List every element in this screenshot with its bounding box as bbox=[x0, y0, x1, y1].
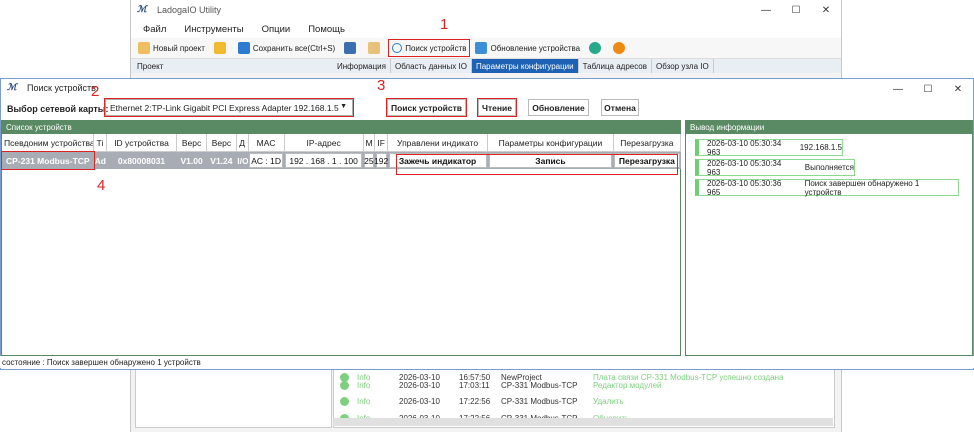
col-reboot[interactable]: Перезагрузка bbox=[613, 134, 682, 152]
menu-help[interactable]: Помощь bbox=[308, 24, 345, 35]
update-device-button[interactable]: Обновление устройства bbox=[472, 40, 583, 56]
table-header-row: Псевдоним устройства Ті ID устройства Ве… bbox=[2, 134, 682, 152]
output-log-item: 2026-03-10 05:30:36 965 Поиск завершен об… bbox=[695, 179, 959, 197]
device-id-cell: 0x80008031 bbox=[106, 151, 177, 169]
network-card-select[interactable]: Ethernet 2:TP-Link Gigabit PCI Express A… bbox=[104, 98, 354, 117]
cancel-button[interactable]: Отмена bbox=[601, 99, 639, 116]
chevron-down-icon: ▼ bbox=[340, 103, 347, 110]
device-type-cell: Adaptor bbox=[93, 151, 107, 169]
if-field[interactable]: 192 bbox=[375, 153, 388, 168]
module-icon bbox=[368, 42, 381, 54]
device-ver2-cell: V1.24 bbox=[206, 151, 237, 169]
menubar: Файл Инструменты Опции Помощь bbox=[131, 20, 841, 38]
search-devices-button[interactable]: Поиск устройств bbox=[388, 39, 471, 57]
tab-io-data[interactable]: Область данных IO bbox=[391, 59, 472, 73]
grid-button[interactable] bbox=[341, 40, 362, 56]
col-m[interactable]: М bbox=[363, 134, 376, 152]
save-all-button[interactable]: Сохранить все(Ctrl+S) bbox=[235, 40, 338, 56]
maximize-button[interactable]: ☐ bbox=[781, 0, 811, 20]
folder-icon bbox=[213, 42, 226, 54]
dialog-maximize-button[interactable]: ☐ bbox=[913, 79, 943, 99]
save-icon bbox=[237, 42, 250, 54]
status-text: состояние : Поиск завершен обнаружено 1 … bbox=[2, 357, 201, 367]
dialog-titlebar: ℳ Поиск устройств — ☐ ✕ bbox=[1, 79, 973, 97]
dialog-close-button[interactable]: ✕ bbox=[943, 79, 973, 99]
annotation-4: 4 bbox=[97, 177, 106, 194]
device-list-title: Список устройств bbox=[2, 121, 680, 134]
close-button[interactable]: ✕ bbox=[811, 0, 841, 20]
output-log-item: 2026-03-10 05:30:34 963 192.168.1.5 bbox=[695, 139, 843, 157]
update-button[interactable]: Обновление bbox=[528, 99, 589, 116]
device-alias-cell[interactable]: CP-231 Modbus-TCP bbox=[1, 150, 95, 170]
warning-icon bbox=[613, 42, 626, 54]
mac-field[interactable]: AC : 1D bbox=[249, 153, 284, 168]
ip-address-field[interactable]: 192 . 168 . 1 . 100 bbox=[285, 153, 363, 168]
new-project-icon bbox=[138, 42, 150, 54]
output-title: Вывод информации bbox=[686, 121, 972, 134]
status-button[interactable] bbox=[586, 40, 607, 56]
output-log-item: 2026-03-10 05:30:34 963 Выполняется bbox=[695, 159, 855, 177]
tab-io-node-overview[interactable]: Обзор узла IO bbox=[652, 59, 714, 73]
col-d[interactable]: Д bbox=[236, 134, 249, 152]
main-titlebar: ℳ LadogaIO Utility — ☐ ✕ bbox=[131, 0, 841, 20]
main-toolbar: Новый проект Сохранить все(Ctrl+S) Поиск… bbox=[131, 38, 841, 59]
dialog-minimize-button[interactable]: — bbox=[883, 79, 913, 99]
menu-file[interactable]: Файл bbox=[143, 24, 166, 35]
col-if[interactable]: IF bbox=[374, 134, 388, 152]
network-card-label: Выбор сетевой карты: bbox=[7, 104, 109, 114]
status-bar: состояние : Поиск завершен обнаружено 1 … bbox=[0, 356, 974, 368]
app-logo-icon: ℳ bbox=[137, 4, 147, 14]
annotation-2: 2 bbox=[91, 83, 100, 100]
tab-info[interactable]: Информация bbox=[333, 59, 391, 73]
tab-config-params[interactable]: Параметры конфигурации bbox=[471, 59, 579, 73]
read-button[interactable]: Чтение bbox=[477, 98, 517, 117]
info-dot-icon bbox=[340, 381, 349, 390]
col-version-1[interactable]: Верс bbox=[176, 134, 207, 152]
col-config[interactable]: Параметры конфигурации bbox=[487, 134, 614, 152]
col-mac[interactable]: MAC bbox=[248, 134, 285, 152]
log-row: Info 2026-03-10 17:03:11 CP-331 Modbus-T… bbox=[340, 378, 662, 393]
grid-icon bbox=[344, 42, 357, 54]
search-button[interactable]: Поиск устройств bbox=[386, 98, 467, 117]
annotation-1: 1 bbox=[440, 16, 449, 33]
mask-field[interactable]: 25 bbox=[364, 153, 374, 168]
main-window-title: LadogaIO Utility bbox=[157, 5, 222, 15]
col-version-2[interactable]: Верс bbox=[206, 134, 237, 152]
annotation-3: 3 bbox=[377, 77, 386, 94]
open-folder-button[interactable] bbox=[211, 40, 232, 56]
tab-address-table[interactable]: Таблица адресов bbox=[579, 59, 653, 73]
project-panel-label: Проект bbox=[137, 61, 164, 71]
search-devices-dialog: ℳ Поиск устройств — ☐ ✕ Выбор сетевой ка… bbox=[0, 77, 974, 370]
module-button[interactable] bbox=[365, 40, 386, 56]
col-ip[interactable]: IP-адрес bbox=[284, 134, 364, 152]
col-indicator[interactable]: Управлени индикато bbox=[387, 134, 489, 152]
search-icon bbox=[392, 43, 403, 53]
action-cells-highlight bbox=[396, 154, 678, 175]
project-tree-panel bbox=[135, 368, 332, 428]
download-icon bbox=[475, 42, 488, 54]
log-row: Info 2026-03-10 17:22:56 CP-331 Modbus-T… bbox=[340, 394, 624, 409]
device-d-cell: I/O bbox=[236, 151, 248, 169]
horizontal-scrollbar[interactable] bbox=[333, 418, 833, 426]
menu-options[interactable]: Опции bbox=[262, 24, 291, 35]
col-alias[interactable]: Псевдоним устройства bbox=[2, 134, 95, 152]
new-project-button[interactable]: Новый проект bbox=[135, 40, 208, 56]
dialog-toolbar: Выбор сетевой карты: Ethernet 2:TP-Link … bbox=[1, 97, 973, 121]
panel-row: Проект Информация Область данных IO Пара… bbox=[131, 59, 841, 73]
dialog-title: Поиск устройств bbox=[27, 83, 96, 93]
info-dot-icon bbox=[340, 397, 349, 406]
dialog-logo-icon: ℳ bbox=[7, 82, 17, 92]
status-icon bbox=[589, 42, 602, 54]
device-ver1-cell: V1.00 bbox=[176, 151, 207, 169]
col-device-id[interactable]: ID устройства bbox=[106, 134, 178, 152]
col-type[interactable]: Ті bbox=[93, 134, 107, 152]
menu-tools[interactable]: Инструменты bbox=[184, 24, 243, 35]
warning-button[interactable] bbox=[610, 40, 631, 56]
minimize-button[interactable]: — bbox=[751, 0, 781, 20]
